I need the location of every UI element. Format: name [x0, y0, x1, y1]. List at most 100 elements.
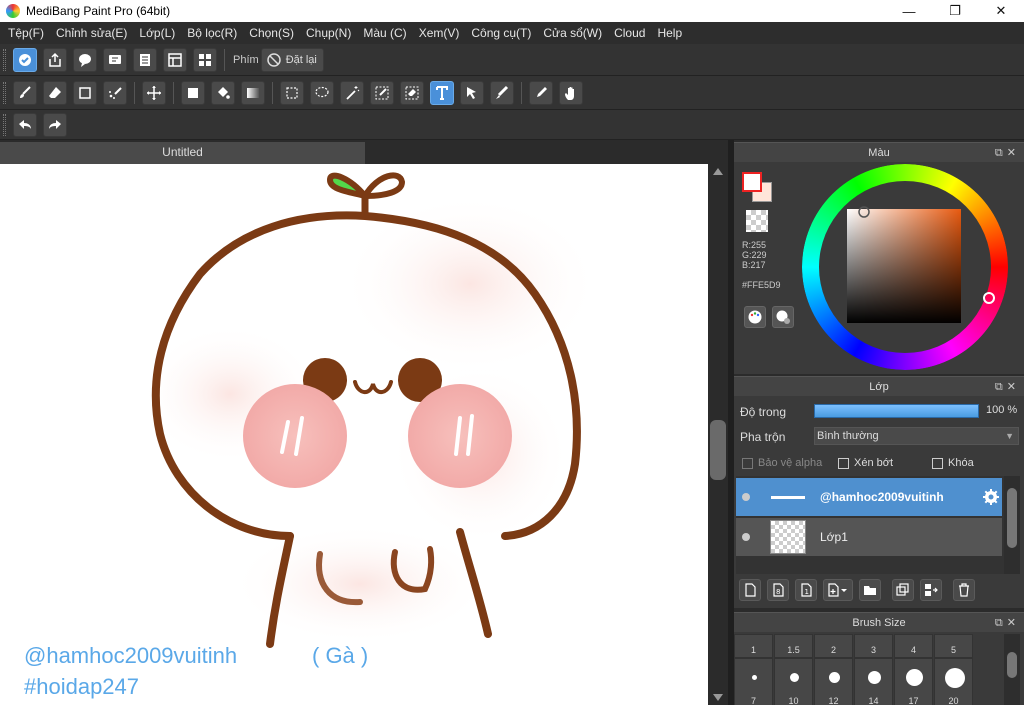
layer-scrollbar[interactable]: [1004, 476, 1020, 574]
canvas-scrollbar[interactable]: [708, 164, 728, 705]
panel-button[interactable]: [163, 47, 187, 72]
drawing-canvas[interactable]: @hamhoc2009vuitinh ( Gà ) #hoidap247: [0, 164, 708, 705]
main-toolbar: Phím Đặt lại: [0, 44, 1024, 76]
layer-row-text[interactable]: @hamhoc2009vuitinh: [736, 478, 1002, 516]
color-wheel[interactable]: [802, 164, 1008, 370]
lasso-tool-button[interactable]: [310, 80, 334, 105]
share-button[interactable]: [43, 47, 67, 72]
menu-filter[interactable]: Bộ lọc(R): [181, 22, 243, 44]
blend-mode-value: Bình thường: [817, 430, 879, 442]
minimize-button[interactable]: —: [886, 0, 932, 22]
brush-size-cell[interactable]: 10: [774, 658, 813, 705]
toolbar-separator: [224, 48, 225, 71]
menu-layer[interactable]: Lớp(L): [133, 22, 181, 44]
message-button[interactable]: [103, 47, 127, 72]
magic-wand-tool-button[interactable]: [340, 80, 364, 105]
fill-rect-tool-button[interactable]: [181, 80, 205, 105]
foreground-color-swatch[interactable]: [742, 172, 762, 192]
hand-tool-button[interactable]: [559, 80, 583, 105]
menu-tools[interactable]: Công cụ(T): [465, 22, 537, 44]
close-button[interactable]: ✕: [978, 0, 1024, 22]
scroll-thumb[interactable]: [1007, 488, 1017, 548]
menu-color[interactable]: Màu (C): [357, 22, 412, 44]
reset-button[interactable]: Đặt lại: [260, 47, 324, 72]
document-tab[interactable]: Untitled: [0, 142, 365, 164]
undo-button[interactable]: [13, 112, 37, 137]
select-rect-tool-button[interactable]: [280, 80, 304, 105]
brush-size-cell[interactable]: 1: [734, 634, 773, 658]
menu-window[interactable]: Cửa sổ(W): [537, 22, 608, 44]
scroll-down-icon[interactable]: [713, 694, 723, 701]
brush-size-cell[interactable]: 5: [934, 634, 973, 658]
page-button[interactable]: [133, 47, 157, 72]
menu-file[interactable]: Tệp(F): [2, 22, 50, 44]
lock-checkbox[interactable]: Khóa: [932, 457, 974, 469]
eyedropper-tool-button[interactable]: [529, 80, 553, 105]
toolbar-grip[interactable]: [3, 48, 6, 71]
brush-size-cell[interactable]: 1.5: [774, 634, 813, 658]
scroll-thumb[interactable]: [1007, 652, 1017, 678]
blur-tool-button[interactable]: [490, 80, 514, 105]
clipping-checkbox[interactable]: Xén bớt: [838, 457, 893, 469]
menu-help[interactable]: Help: [651, 22, 688, 44]
panel-controls[interactable]: ⧉✕: [995, 143, 1020, 163]
toolbar-grip[interactable]: [3, 113, 6, 136]
brush-tool-button[interactable]: [13, 80, 37, 105]
cloud-sync-icon: [19, 53, 31, 66]
new-1bit-layer-button[interactable]: 1: [795, 579, 817, 601]
color-settings-button[interactable]: [772, 306, 794, 328]
new-layer-button[interactable]: [739, 579, 761, 601]
scroll-up-icon[interactable]: [713, 168, 723, 175]
protect-alpha-checkbox[interactable]: Bảo vệ alpha: [742, 457, 822, 469]
select-eraser-tool-button[interactable]: [400, 80, 424, 105]
visibility-icon[interactable]: [736, 533, 756, 541]
menu-cloud[interactable]: Cloud: [608, 22, 651, 44]
menu-select[interactable]: Chọn(S): [243, 22, 300, 44]
menu-view[interactable]: Xem(V): [413, 22, 466, 44]
palette-button[interactable]: [744, 306, 766, 328]
redo-button[interactable]: [43, 112, 67, 137]
maximize-button[interactable]: ❐: [932, 0, 978, 22]
scroll-thumb[interactable]: [710, 420, 726, 480]
brush-size-cell[interactable]: 12: [814, 658, 853, 705]
visibility-icon[interactable]: [736, 493, 756, 501]
panel-controls[interactable]: ⧉✕: [995, 613, 1020, 633]
layer-row-1[interactable]: Lớp1: [736, 518, 1002, 556]
delete-layer-button[interactable]: [953, 579, 975, 601]
toolbar-grip[interactable]: [3, 81, 6, 104]
menu-snap[interactable]: Chụp(N): [300, 22, 357, 44]
brush-size-cell[interactable]: 7: [734, 658, 773, 705]
transparent-color-swatch[interactable]: [746, 210, 768, 232]
brush-size-cell[interactable]: 3: [854, 634, 893, 658]
comment-button[interactable]: [73, 47, 97, 72]
brush-size-cell[interactable]: 17: [894, 658, 933, 705]
folder-button[interactable]: [859, 579, 881, 601]
select-pen-tool-button[interactable]: [370, 80, 394, 105]
dot-brush-tool-button[interactable]: [103, 80, 127, 105]
bucket-tool-button[interactable]: [211, 80, 235, 105]
eraser-tool-button[interactable]: [43, 80, 67, 105]
blend-mode-select[interactable]: Bình thường ▼: [814, 427, 1019, 445]
new-8bit-layer-button[interactable]: 8: [767, 579, 789, 601]
text-tool-button[interactable]: [430, 80, 454, 105]
add-layer-menu-button[interactable]: [823, 579, 853, 601]
menu-edit[interactable]: Chỉnh sửa(E): [50, 22, 133, 44]
brush-size-cell[interactable]: 4: [894, 634, 933, 658]
move-tool-button[interactable]: [142, 80, 166, 105]
duplicate-layer-button[interactable]: [892, 579, 914, 601]
brush-dot: [906, 669, 923, 686]
brush-size-cell[interactable]: 2: [814, 634, 853, 658]
cloud-sync-button[interactable]: [13, 47, 37, 72]
brush-size-cell[interactable]: 14: [854, 658, 893, 705]
opacity-slider[interactable]: [814, 404, 979, 418]
panel-controls[interactable]: ⧉✕: [995, 377, 1020, 397]
gear-icon[interactable]: [982, 488, 1000, 506]
rect-tool-button[interactable]: [73, 80, 97, 105]
gradient-tool-button[interactable]: [241, 80, 265, 105]
grid-button[interactable]: [193, 47, 217, 72]
brush-scrollbar[interactable]: [1004, 634, 1020, 705]
brush-size-cell[interactable]: 20: [934, 658, 973, 705]
operation-tool-button[interactable]: [460, 80, 484, 105]
layer-8-icon: 8: [773, 583, 784, 597]
merge-layer-button[interactable]: [920, 579, 942, 601]
